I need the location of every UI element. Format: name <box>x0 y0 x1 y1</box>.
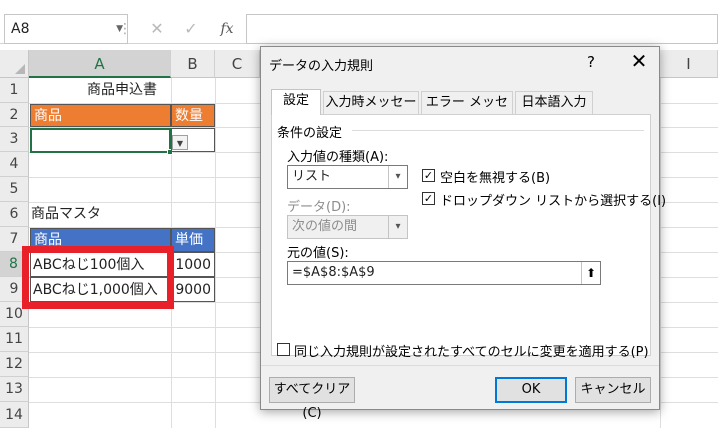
dropdown-arrow-icon[interactable]: ▼ <box>172 135 188 150</box>
clear-all-button[interactable]: すべてクリア(C) <box>269 377 355 421</box>
highlight-box <box>22 246 174 309</box>
row-header-4[interactable]: 4 <box>0 152 29 177</box>
column-header-b[interactable]: B <box>171 50 215 78</box>
name-box-value: A8 <box>11 21 30 37</box>
chevron-down-icon: ▾ <box>388 216 407 238</box>
cell-a3-product-input[interactable] <box>30 128 171 153</box>
cell-b2-header-qty[interactable]: 数量 <box>171 104 215 127</box>
column-header-c[interactable]: C <box>215 50 260 78</box>
chevron-down-icon: ▾ <box>388 166 407 188</box>
source-input[interactable]: =$A$8:$A$9 <box>287 261 601 285</box>
dialog-divider <box>261 365 659 366</box>
group-divider <box>352 130 644 131</box>
column-header-a[interactable]: A <box>29 50 171 78</box>
data-value: 次の値の間 <box>292 219 358 234</box>
cell-a2-header-product[interactable]: 商品 <box>30 104 171 127</box>
insert-function-icon[interactable]: fx <box>212 14 242 44</box>
in-cell-dropdown-checkbox[interactable]: ✓ <box>422 192 435 205</box>
cell-a1-title[interactable]: 商品申込書 <box>29 79 215 102</box>
settings-panel: 条件の設定 入力値の種類(A): リスト ▾ ✓ 空白を無視する(B) ✓ ドロ… <box>271 114 666 356</box>
collapse-dialog-icon[interactable]: ⬆ <box>581 262 600 284</box>
tab-error-message[interactable]: エラー メッセージ <box>421 91 513 132</box>
more-options-icon[interactable]: ⋮ <box>118 14 132 44</box>
triangle-icon <box>15 64 25 74</box>
in-cell-dropdown-label: ドロップダウン リストから選択する(I) <box>440 194 667 209</box>
row-header-12[interactable]: 12 <box>0 352 29 377</box>
allow-label: 入力値の種類(A): <box>287 150 389 165</box>
row-header-1[interactable]: 1 <box>0 78 29 103</box>
apply-all-label: 同じ入力規則が設定されたすべてのセルに変更を適用する(P) <box>294 345 649 360</box>
row-header-6[interactable]: 6 <box>0 202 29 227</box>
enter-icon[interactable]: ✓ <box>176 14 206 44</box>
cell-b8-item1-price[interactable]: 1000 <box>171 252 215 277</box>
cell-b7-master-header-price[interactable]: 単価 <box>171 228 215 252</box>
gridline <box>215 78 216 428</box>
data-label: データ(D): <box>287 200 351 215</box>
ok-button[interactable]: OK <box>495 377 567 403</box>
ignore-blank-checkbox[interactable]: ✓ <box>422 169 435 182</box>
data-select: 次の値の間 ▾ <box>287 215 408 239</box>
source-label: 元の値(S): <box>287 246 349 261</box>
group-label: 条件の設定 <box>277 126 343 141</box>
apply-all-checkbox[interactable] <box>277 343 290 356</box>
row-header-3[interactable]: 3 <box>0 127 29 152</box>
source-value: =$A$8:$A$9 <box>292 265 375 280</box>
row-header-11[interactable]: 11 <box>0 327 29 352</box>
cell-b9-item2-price[interactable]: 9000 <box>171 277 215 302</box>
cancel-button[interactable]: キャンセル <box>575 377 651 403</box>
allow-value: リスト <box>292 169 332 184</box>
gridline <box>660 78 661 428</box>
row-header-13[interactable]: 13 <box>0 377 29 402</box>
cancel-icon[interactable]: ✕ <box>142 14 172 44</box>
tab-settings[interactable]: 設定 <box>271 89 321 115</box>
row-header-5[interactable]: 5 <box>0 177 29 202</box>
close-icon[interactable]: ✕ <box>627 49 651 73</box>
tab-input-message[interactable]: 入力時メッセージ <box>323 91 419 132</box>
data-validation-dialog: データの入力規則 ? ✕ 設定 入力時メッセージ エラー メッセージ 日本語入力… <box>260 46 666 421</box>
formula-input[interactable] <box>246 14 718 44</box>
help-icon[interactable]: ? <box>587 53 595 71</box>
column-header-i[interactable]: I <box>660 50 718 78</box>
ignore-blank-label: 空白を無視する(B) <box>440 171 551 186</box>
dialog-title: データの入力規則 <box>269 59 374 74</box>
allow-select[interactable]: リスト ▾ <box>287 165 408 189</box>
tab-ime[interactable]: 日本語入力 <box>515 91 593 114</box>
row-header-2[interactable]: 2 <box>0 103 29 127</box>
row-header-14[interactable]: 14 <box>0 402 29 428</box>
select-all-corner[interactable] <box>0 50 29 78</box>
cell-a6-master-title[interactable]: 商品マスタ <box>31 203 171 226</box>
name-box[interactable]: A8 ▼ <box>4 14 128 44</box>
